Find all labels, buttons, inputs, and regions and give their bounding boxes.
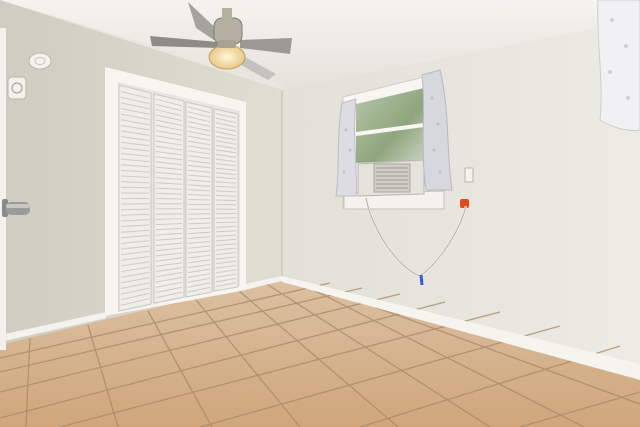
louver-slat bbox=[155, 198, 183, 200]
louver-slat bbox=[120, 186, 150, 189]
smoke-detector-icon bbox=[28, 52, 52, 70]
cord-plug bbox=[460, 199, 469, 208]
louver-slat bbox=[187, 217, 211, 220]
room-scene bbox=[0, 0, 640, 427]
outlet-icon bbox=[464, 167, 474, 183]
fan-light bbox=[208, 44, 246, 70]
air-conditioner-icon bbox=[357, 159, 425, 197]
louver-slat bbox=[155, 213, 183, 215]
curtain-corner bbox=[597, 0, 640, 131]
louver-slat bbox=[215, 221, 237, 224]
louver-slat bbox=[120, 208, 150, 211]
room-door-edge[interactable] bbox=[0, 28, 6, 350]
louver-slat bbox=[215, 199, 237, 201]
thermostat-icon bbox=[7, 76, 27, 100]
louver-slat bbox=[187, 199, 211, 201]
closet-door-icon[interactable] bbox=[105, 67, 246, 316]
